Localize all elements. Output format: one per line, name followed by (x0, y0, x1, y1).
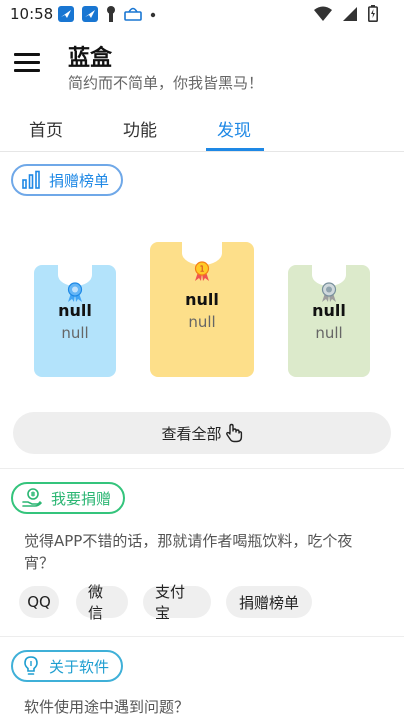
silver-medal-icon (321, 282, 337, 302)
ranking-card-third: null null (288, 264, 370, 377)
card-name: null (312, 301, 346, 320)
tabs-divider (0, 151, 404, 152)
menu-button[interactable] (12, 46, 44, 78)
tab-home[interactable]: 首页 (11, 116, 81, 141)
dot-notification-icon (150, 12, 156, 18)
tab-functions[interactable]: 功能 (105, 116, 175, 141)
hamburger-menu-icon (14, 53, 40, 72)
tab-bar: 首页 功能 发现 (0, 104, 404, 152)
tab-discover[interactable]: 发现 (199, 116, 269, 141)
app-subtitle: 简约而不简单，你我皆黑马！ (68, 74, 264, 92)
battery-icon (368, 5, 378, 22)
ranking-card-first: 1 null null (150, 241, 254, 377)
signal-icon (343, 6, 357, 21)
bar-chart-icon (22, 170, 40, 189)
donate-heading-label: 我要捐赠 (51, 489, 112, 508)
card-name: null (58, 301, 92, 320)
blue-medal-icon (67, 282, 83, 302)
card-amount: null (315, 324, 343, 342)
status-time: 10:58 (10, 5, 54, 23)
donation-ranking-button[interactable]: 捐赠榜单 (226, 586, 312, 618)
section-divider (0, 636, 404, 637)
donate-hand-icon (22, 488, 42, 507)
card-amount: null (61, 324, 89, 342)
status-bar: 10:58 (0, 0, 404, 28)
view-all-label: 查看全部 (161, 424, 222, 443)
plane-notification-icon (82, 6, 98, 22)
box-notification-icon (124, 7, 142, 21)
svg-text:1: 1 (199, 265, 204, 274)
donate-qq-button[interactable]: QQ (19, 586, 59, 618)
about-description: 软件使用途中遇到问题？ (24, 698, 190, 716)
donate-wechat-button[interactable]: 微信 (76, 583, 128, 622)
plane-notification-icon (58, 6, 74, 22)
donation-ranking-heading-label: 捐赠榜单 (49, 171, 110, 190)
app-title: 蓝盒 (68, 46, 113, 71)
lightbulb-icon (24, 656, 38, 675)
notification-icons (57, 5, 157, 23)
view-all-button[interactable]: 查看全部 (13, 412, 391, 454)
donation-ranking-heading: 捐赠榜单 (11, 164, 124, 196)
card-name: null (185, 290, 219, 309)
wifi-icon (314, 6, 332, 21)
pointing-hand-icon (225, 423, 242, 443)
card-amount: null (188, 313, 216, 331)
section-divider (0, 468, 404, 469)
donate-alipay-button[interactable]: 支付宝 (143, 583, 211, 622)
donate-heading: 我要捐赠 (11, 482, 126, 514)
about-heading-label: 关于软件 (49, 657, 110, 676)
keyhole-notification-icon (107, 6, 115, 22)
app-bar: 蓝盒 简约而不简单，你我皆黑马！ (0, 28, 404, 100)
about-heading: 关于软件 (11, 650, 124, 682)
system-icons (314, 5, 378, 22)
gold-medal-icon: 1 (194, 261, 210, 281)
donate-description: 觉得APP不错的话，那就请作者喝瓶饮料，吃个夜宵？ (24, 532, 353, 572)
ranking-card-second: null null (34, 264, 116, 377)
